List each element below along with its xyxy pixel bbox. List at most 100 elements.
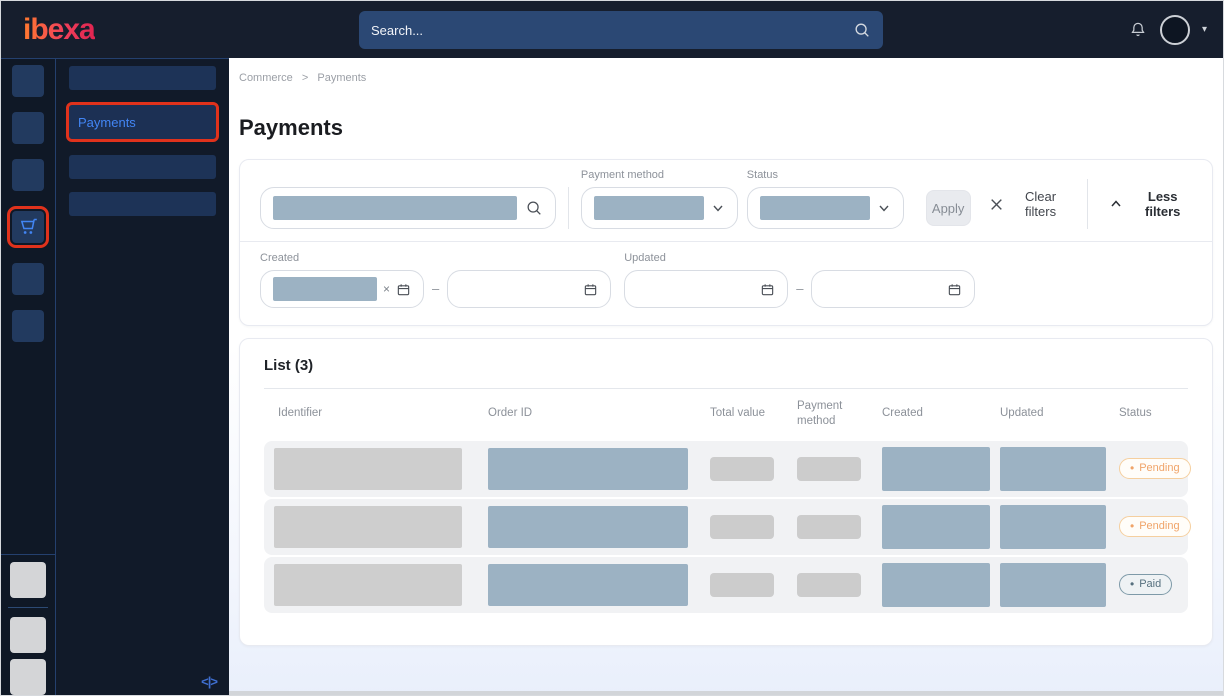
sidebar-rail-item-3[interactable]	[12, 159, 44, 191]
calendar-icon	[947, 282, 962, 297]
sidebar-rail-item-1[interactable]	[12, 65, 44, 97]
breadcrumb-payments[interactable]: Payments	[317, 72, 366, 84]
bell-icon[interactable]	[1128, 20, 1148, 40]
chevron-up-icon	[1109, 197, 1123, 211]
breadcrumb: Commerce > Payments	[229, 58, 1223, 84]
sidebar-menu-item-payments[interactable]: Payments	[69, 105, 216, 139]
calendar-icon	[396, 282, 411, 297]
payment-method-placeholder	[797, 573, 861, 597]
status-badge: Paid	[1119, 574, 1172, 595]
sidebar-menu-item-4[interactable]	[69, 192, 216, 216]
sidebar-rail-item-2[interactable]	[12, 112, 44, 144]
bottom-scrollbar-strip[interactable]	[229, 691, 1223, 695]
shopping-cart-icon	[17, 216, 39, 238]
less-filters-label: Less filters	[1133, 189, 1192, 219]
filter-divider	[568, 187, 569, 229]
rail-divider	[8, 607, 48, 608]
updated-to-date-input[interactable]	[811, 270, 975, 308]
table-row[interactable]: Paid	[264, 557, 1188, 613]
search-icon	[853, 21, 871, 39]
created-from-date-input[interactable]: ×	[260, 270, 424, 308]
identifier-placeholder	[274, 448, 462, 490]
created-label: Created	[260, 252, 424, 264]
top-bar: ibexa ▾	[1, 1, 1223, 58]
clear-filters-button[interactable]: Clear filters	[989, 189, 1069, 219]
user-avatar[interactable]	[1160, 15, 1190, 45]
total-value-placeholder	[710, 457, 774, 481]
sidebar-rail-item-5[interactable]	[12, 263, 44, 295]
updated-placeholder	[1000, 505, 1106, 549]
list-title: List (3)	[264, 357, 1188, 374]
global-search-input[interactable]	[371, 23, 853, 38]
updated-placeholder	[1000, 563, 1106, 607]
order-id-placeholder	[488, 448, 688, 490]
filter-search-value-placeholder	[273, 196, 517, 220]
sidebar-collapse-icon[interactable]: <|>	[201, 674, 217, 689]
chevron-down-icon	[877, 201, 891, 215]
chevron-down-icon	[711, 201, 725, 215]
payments-list-panel: List (3) Identifier Order ID Total value…	[239, 338, 1213, 646]
total-value-placeholder	[710, 515, 774, 539]
total-value-placeholder	[710, 573, 774, 597]
apply-button[interactable]: Apply	[926, 190, 971, 226]
filter-search-input[interactable]	[260, 187, 556, 229]
status-select[interactable]	[747, 187, 904, 229]
payment-method-select[interactable]	[581, 187, 738, 229]
calendar-icon	[583, 282, 598, 297]
created-from-value-placeholder	[273, 277, 377, 301]
payment-method-placeholder	[797, 515, 861, 539]
filters-panel: Payment method Status	[239, 159, 1213, 326]
status-label: Status	[747, 169, 904, 181]
identifier-placeholder	[274, 506, 462, 548]
main-content: Commerce > Payments Payments	[229, 58, 1223, 695]
page-title: Payments	[239, 115, 1223, 141]
column-header-total-value: Total value	[710, 406, 797, 421]
close-icon	[989, 197, 1004, 212]
status-value-placeholder	[760, 196, 870, 220]
breadcrumb-commerce[interactable]: Commerce	[239, 72, 293, 84]
clear-filters-label: Clear filters	[1013, 189, 1069, 219]
filter-divider	[1087, 179, 1088, 229]
order-id-placeholder	[488, 564, 688, 606]
sidebar-rail-bottom-item-3[interactable]	[10, 659, 46, 695]
date-range-separator: –	[796, 281, 803, 296]
date-range-separator: –	[432, 281, 439, 296]
less-filters-button[interactable]: Less filters	[1109, 189, 1192, 219]
table-row[interactable]: Pending	[264, 441, 1188, 497]
sidebar-rail-bottom-group	[1, 554, 55, 695]
column-header-order-id: Order ID	[488, 406, 710, 421]
sidebar-icon-rail	[1, 58, 56, 695]
global-search[interactable]	[359, 11, 883, 49]
calendar-icon	[760, 282, 775, 297]
breadcrumb-separator: >	[302, 72, 308, 84]
sidebar-menu-item-1[interactable]	[69, 66, 216, 90]
clear-date-icon[interactable]: ×	[383, 282, 390, 296]
identifier-placeholder	[274, 564, 462, 606]
column-header-payment-method: Payment method	[797, 399, 859, 429]
status-badge: Pending	[1119, 516, 1191, 537]
sidebar-menu-panel: Payments <|>	[56, 58, 229, 695]
table-header-row: Identifier Order ID Total value Payment …	[264, 389, 1188, 441]
sidebar-rail-item-commerce[interactable]	[12, 211, 44, 243]
status-badge: Pending	[1119, 458, 1191, 479]
updated-label: Updated	[624, 252, 788, 264]
payment-method-label: Payment method	[581, 169, 738, 181]
app-window: ibexa ▾	[0, 0, 1224, 696]
order-id-placeholder	[488, 506, 688, 548]
search-icon	[525, 199, 543, 217]
updated-placeholder	[1000, 447, 1106, 491]
created-to-date-input[interactable]	[447, 270, 611, 308]
sidebar-menu-item-payments-label: Payments	[78, 115, 136, 130]
created-placeholder	[882, 563, 990, 607]
sidebar-rail-bottom-item-2[interactable]	[10, 617, 46, 653]
sidebar-rail-bottom-item-1[interactable]	[10, 562, 46, 598]
table-row[interactable]: Pending	[264, 499, 1188, 555]
user-menu-caret-icon[interactable]: ▾	[1202, 24, 1207, 35]
sidebar-rail-item-6[interactable]	[12, 310, 44, 342]
created-placeholder	[882, 505, 990, 549]
column-header-created: Created	[882, 406, 1000, 421]
payment-method-placeholder	[797, 457, 861, 481]
updated-from-date-input[interactable]	[624, 270, 788, 308]
column-header-status: Status	[1119, 406, 1188, 421]
sidebar-menu-item-3[interactable]	[69, 155, 216, 179]
